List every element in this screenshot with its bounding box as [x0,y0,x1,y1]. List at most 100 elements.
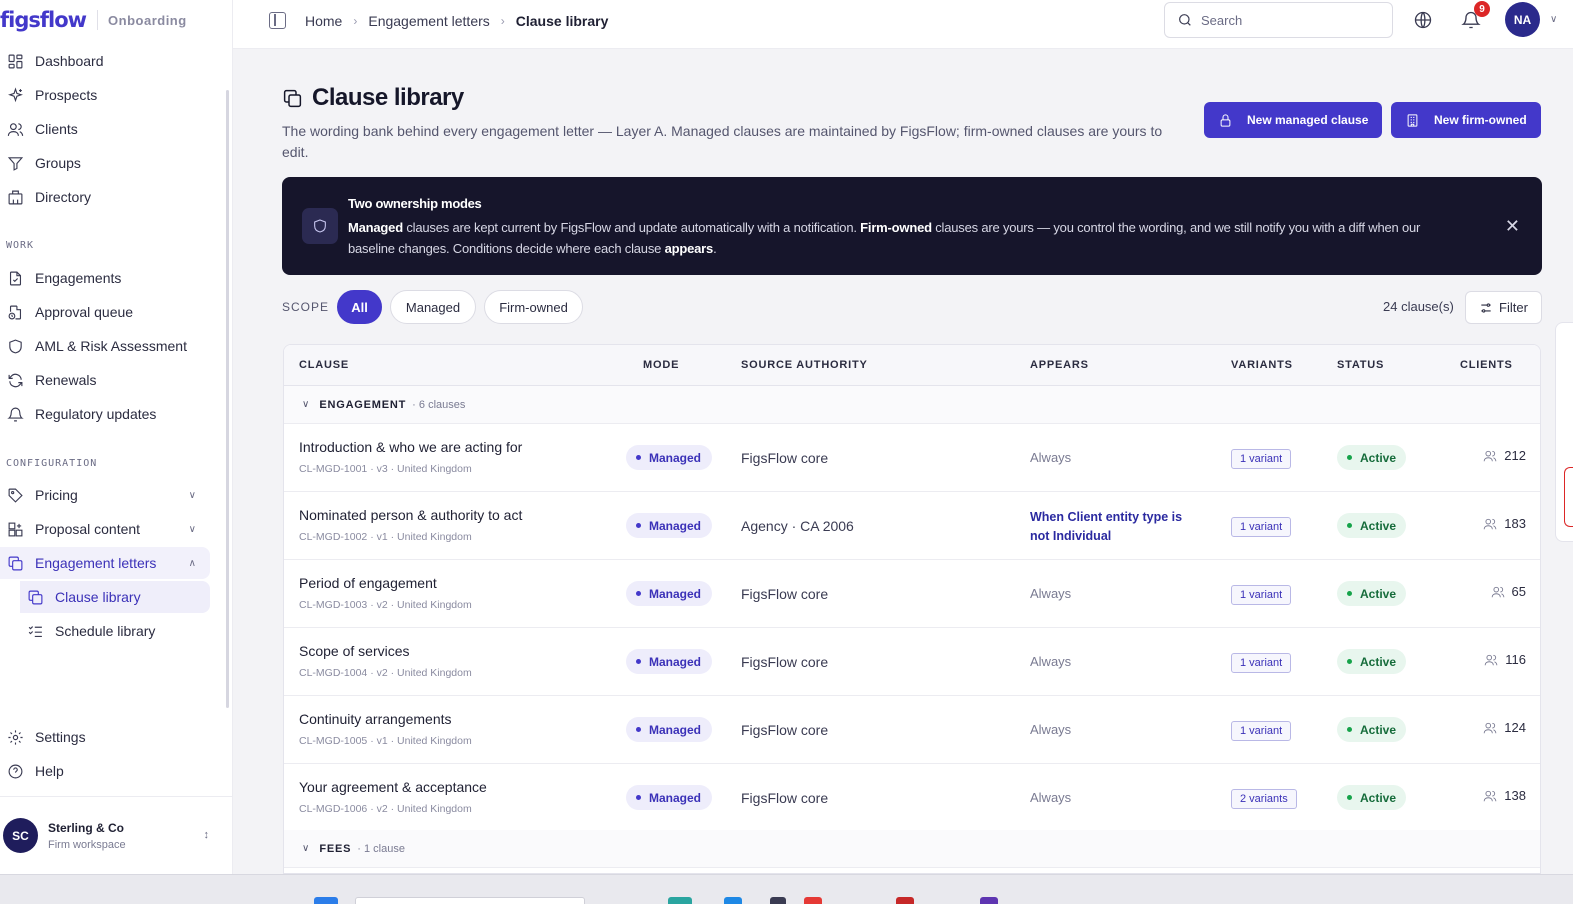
workspace-switcher[interactable]: SC Sterling & Co Firm workspace ↕ [0,796,233,874]
scope-all-pill[interactable]: All [337,290,382,324]
clause-name[interactable]: Nominated person & authority to act [299,507,522,523]
table-row[interactable]: Period of engagement CL-MGD-1003 · v2 · … [284,560,1540,628]
chevron-down-icon[interactable]: ∨ [1550,14,1557,25]
new-managed-clause-button[interactable]: New managed clause [1204,102,1383,138]
sidebar-item-approval-queue[interactable]: Approval queue [0,296,210,328]
variants-badge[interactable]: 1 variant [1231,449,1292,469]
breadcrumb-engagement-letters[interactable]: Engagement letters [368,13,489,29]
scope-managed-pill[interactable]: Managed [390,290,476,324]
sidebar-item-label: Schedule library [55,623,156,639]
scope-firm-owned-pill[interactable]: Firm-owned [484,290,583,324]
sidebar-item-label: AML & Risk Assessment [35,338,187,354]
taskbar-app-icon[interactable] [724,897,742,904]
column-header-appears[interactable]: APPEARS [1030,359,1089,371]
table-row[interactable]: Scope of services CL-MGD-1004 · v2 · Uni… [284,628,1540,696]
chevron-up-icon[interactable]: ∧ [189,558,196,569]
variants-badge[interactable]: 1 variant [1231,585,1292,605]
table-row[interactable]: Your agreement & acceptance CL-MGD-1006 … [284,764,1540,832]
search-icon [1179,14,1191,26]
filter-button[interactable]: Filter [1465,291,1542,324]
appears-condition: Always [1030,722,1072,737]
sidebar-item-schedule-library[interactable]: Schedule library [20,615,210,647]
close-icon[interactable]: ✕ [1505,216,1520,237]
group-row-engagement[interactable]: ∨ ENGAGEMENT · 6 clauses [284,386,1540,424]
user-avatar[interactable]: NA [1505,2,1540,37]
sidebar-item-label: Help [35,763,64,779]
clause-name[interactable]: Your agreement & acceptance [299,779,487,795]
variants-badge[interactable]: 1 variant [1231,517,1292,537]
clause-name[interactable]: Continuity arrangements [299,711,452,727]
taskbar-app-icon[interactable] [896,897,914,904]
sidebar-item-label: Regulatory updates [35,406,157,422]
column-header-source-authority[interactable]: SOURCE AUTHORITY [741,359,868,371]
sidebar-item-directory[interactable]: Directory [0,181,210,213]
chevron-right-icon: › [500,14,505,28]
sidebar-item-dashboard[interactable]: Dashboard [0,45,210,77]
taskbar-app-icon[interactable] [668,897,692,904]
breadcrumb-home[interactable]: Home [305,13,342,29]
column-header-clients[interactable]: CLIENTS [1460,359,1513,371]
mode-badge: Managed [626,649,713,674]
sidebar-item-clause-library[interactable]: Clause library [20,581,210,613]
clause-name[interactable]: Introduction & who we are acting for [299,439,522,455]
column-header-clause[interactable]: CLAUSE [299,359,349,371]
figsflow-logo[interactable]: figsflow [0,8,87,32]
new-firm-owned-button[interactable]: New firm-owned [1391,102,1541,138]
column-header-variants[interactable]: VARIANTS [1231,359,1293,371]
chevron-down-icon[interactable]: ∨ [302,399,309,410]
clause-name[interactable]: Scope of services [299,643,410,659]
filter-icon [6,154,24,172]
sidebar-item-prospects[interactable]: Prospects [0,79,210,111]
chevrons-up-down-icon[interactable]: ↕ [204,829,210,841]
search-input[interactable]: Search [1164,2,1393,38]
variants-badge[interactable]: 1 variant [1231,653,1292,673]
sidebar-item-pricing[interactable]: Pricing ∨ [0,479,210,511]
new-firm-owned-label: New firm-owned [1434,113,1527,127]
globe-icon[interactable] [1413,10,1433,35]
column-header-mode[interactable]: MODE [643,359,679,371]
section-label-configuration: CONFIGURATION [6,458,98,469]
users-icon [1483,450,1497,461]
sidebar-item-help[interactable]: Help [0,755,210,787]
file-clock-icon [6,303,24,321]
sidebar-item-regulatory-updates[interactable]: Regulatory updates [0,398,210,430]
page-title-text: Clause library [312,84,464,111]
sidebar-item-engagements[interactable]: Engagements [0,262,210,294]
taskbar-app-icon[interactable] [804,897,822,904]
taskbar-start-icon[interactable] [314,897,338,904]
group-row-fees[interactable]: ∨ FEES · 1 clause [284,830,1540,868]
taskbar-app-icon[interactable] [980,897,998,904]
sidebar-item-settings[interactable]: Settings [0,721,210,753]
sidebar-scrollbar[interactable] [226,90,229,708]
sidebar-toggle-icon[interactable] [269,12,286,29]
notification-count-badge: 9 [1474,1,1490,17]
chevron-down-icon[interactable]: ∨ [189,524,196,535]
chevron-down-icon[interactable]: ∨ [302,843,309,854]
sidebar-item-engagement-letters[interactable]: Engagement letters ∧ [0,547,210,579]
clause-meta: CL-MGD-1004 · v2 · United Kingdom [299,667,472,679]
dashboard-icon [6,52,24,70]
clause-name[interactable]: Period of engagement [299,575,437,591]
table-row[interactable]: Nominated person & authority to act CL-M… [284,492,1540,560]
group-count: · 1 clause [357,842,405,855]
table-row[interactable]: Introduction & who we are acting for CL-… [284,424,1540,492]
taskbar-search-box[interactable] [355,897,585,904]
variants-badge[interactable]: 1 variant [1231,721,1292,741]
sidebar-item-label: Directory [35,189,92,205]
chevron-down-icon[interactable]: ∨ [189,490,196,501]
column-header-status[interactable]: STATUS [1337,359,1384,371]
table-row[interactable]: Continuity arrangements CL-MGD-1005 · v1… [284,696,1540,764]
status-badge: Active [1337,717,1407,742]
sidebar-item-proposal-content[interactable]: Proposal content ∨ [0,513,210,545]
brand: figsflow Onboarding [0,0,232,40]
sidebar-item-clients[interactable]: Clients [0,113,210,145]
sidebar-item-groups[interactable]: Groups [0,147,210,179]
taskbar-app-icon[interactable] [770,897,786,904]
sidebar-item-renewals[interactable]: Renewals [0,364,210,396]
sidebar-item-aml-risk[interactable]: AML & Risk Assessment [0,330,210,362]
gear-icon [6,728,24,746]
table-header: CLAUSE MODE SOURCE AUTHORITY APPEARS VAR… [284,345,1540,386]
variants-badge[interactable]: 2 variants [1231,789,1297,809]
sparkles-icon [6,86,24,104]
blocks-icon [6,520,24,538]
